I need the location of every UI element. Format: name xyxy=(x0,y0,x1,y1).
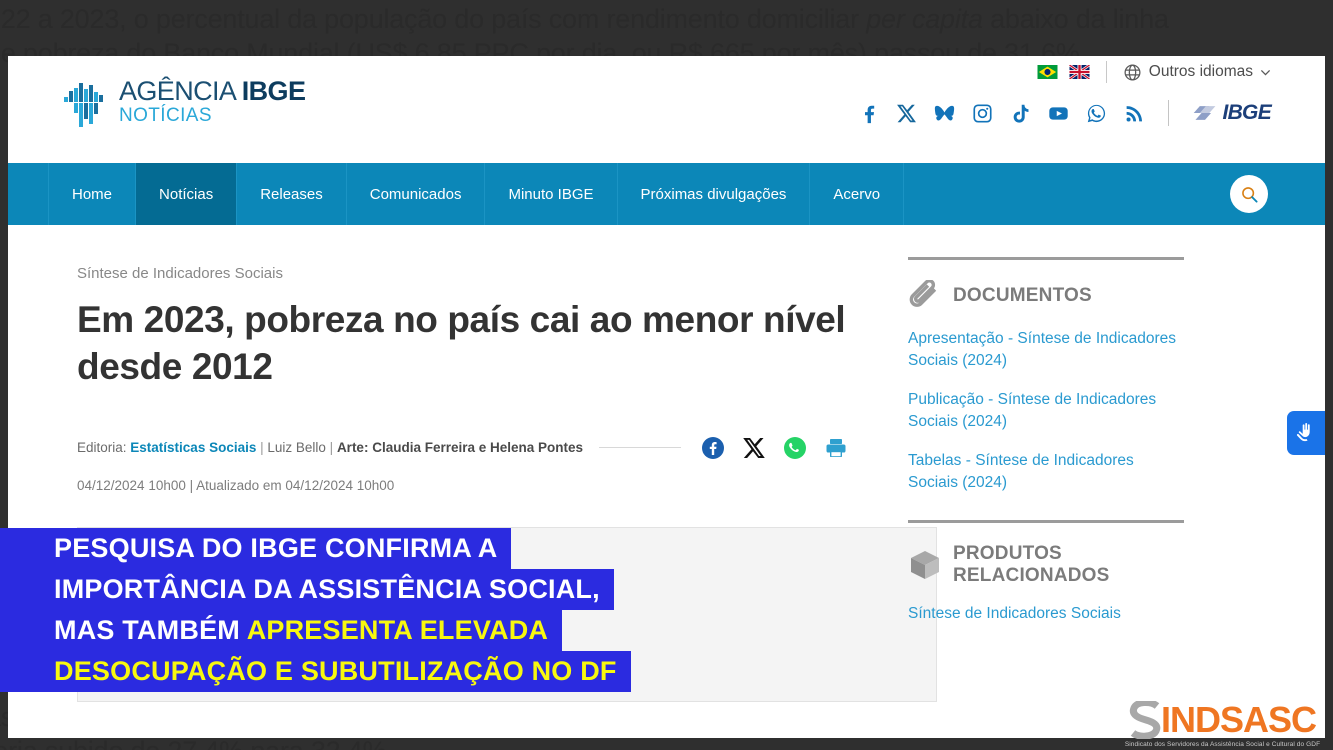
share-whatsapp-icon[interactable] xyxy=(783,436,807,460)
sign-language-hands-icon xyxy=(1296,423,1310,442)
caption-line-2: IMPORTÂNCIA DA ASSISTÊNCIA SOCIAL, xyxy=(0,569,614,610)
instagram-icon[interactable] xyxy=(972,103,993,124)
ibge-institutional-logo[interactable]: IBGE xyxy=(1192,101,1272,125)
chevron-down-icon xyxy=(1260,69,1271,76)
brazil-flag-icon[interactable] xyxy=(1037,65,1058,79)
nav-item-proximas-divulgacoes[interactable]: Próximas divulgações xyxy=(618,163,811,225)
ibge-diamond-icon xyxy=(1194,106,1216,120)
logo-line-2: NOTÍCIAS xyxy=(119,105,212,126)
related-products-title: PRODUTOS RELACIONADOS xyxy=(953,543,1110,586)
whatsapp-icon[interactable] xyxy=(1086,103,1107,124)
byline-author: Luiz Bello xyxy=(267,440,326,456)
main-navigation: Home Notícias Releases Comunicados Minut… xyxy=(8,163,1325,225)
caption-line-1: PESQUISA DO IBGE CONFIRMA A xyxy=(0,528,512,569)
logo-line-1: AGÊNCIA IBGE xyxy=(119,76,306,106)
section-divider xyxy=(908,257,1184,260)
documents-title: DOCUMENTOS xyxy=(953,285,1092,306)
share-print-icon[interactable] xyxy=(824,436,848,460)
sindsasc-s-icon xyxy=(1129,701,1161,739)
facebook-icon[interactable] xyxy=(858,103,879,124)
ibge-logo-text: IBGE xyxy=(1222,101,1271,124)
vlibras-accessibility-button[interactable] xyxy=(1287,411,1325,455)
document-link-publicacao[interactable]: Publicação - Síntese de Indicadores Soci… xyxy=(908,389,1184,433)
other-languages-dropdown[interactable]: Outros idiomas xyxy=(1123,63,1271,82)
tiktok-icon[interactable] xyxy=(1010,103,1031,124)
caption-line-3: MAS TAMBÉM APRESENTA ELEVADA xyxy=(0,610,563,651)
search-icon xyxy=(1241,186,1258,203)
ibge-bars-logo-icon xyxy=(64,83,103,127)
agencia-ibge-noticias-logo[interactable]: AGÊNCIA IBGE NOTÍCIAS xyxy=(64,76,306,127)
nav-item-acervo[interactable]: Acervo xyxy=(810,163,905,225)
nav-item-home[interactable]: Home xyxy=(48,163,137,225)
sindsasc-wordmark: INDSASC xyxy=(1160,699,1317,740)
other-languages-label: Outros idiomas xyxy=(1148,63,1253,80)
divider xyxy=(1105,61,1107,83)
article-kicker: Síntese de Indicadores Sociais xyxy=(77,265,283,282)
social-links-row: IBGE xyxy=(858,100,1272,126)
divider xyxy=(1168,100,1170,126)
related-products-header: PRODUTOS RELACIONADOS xyxy=(908,543,1184,587)
nav-item-releases[interactable]: Releases xyxy=(237,163,347,225)
byline-row: Editoria: Estatísticas Sociais | Luiz Be… xyxy=(77,436,848,460)
related-products-section: PRODUTOS RELACIONADOS Síntese de Indicad… xyxy=(908,520,1184,625)
sidebar: DOCUMENTOS Apresentação - Síntese de Ind… xyxy=(908,225,1238,702)
cube-icon xyxy=(911,551,939,579)
youtube-icon[interactable] xyxy=(1048,103,1069,124)
sindsasc-subtitle: Sindicato dos Servidores da Assistência … xyxy=(1124,741,1321,748)
byline-divider xyxy=(599,447,681,449)
nav-item-minuto-ibge[interactable]: Minuto IBGE xyxy=(485,163,618,225)
sindsasc-logo: INDSASC xyxy=(1120,700,1325,740)
bluesky-icon[interactable] xyxy=(934,103,955,124)
caption-line-4: DESOCUPAÇÃO E SUBUTILIZAÇÃO NO DF xyxy=(0,651,631,692)
sindsasc-watermark: INDSASC Sindicato dos Servidores da Assi… xyxy=(1120,700,1325,748)
share-x-icon[interactable] xyxy=(742,436,766,460)
nav-item-comunicados[interactable]: Comunicados xyxy=(347,163,486,225)
share-buttons xyxy=(697,436,848,460)
x-twitter-icon[interactable] xyxy=(896,103,917,124)
byline-editoria-link[interactable]: Estatísticas Sociais xyxy=(130,440,256,455)
documents-header: DOCUMENTOS xyxy=(908,280,1184,312)
screen: 022 a 2023, o percentual da população do… xyxy=(0,0,1333,750)
nav-item-noticias[interactable]: Notícias xyxy=(136,163,238,225)
byline-arte: Arte: Claudia Ferreira e Helena Pontes xyxy=(336,440,584,456)
share-facebook-icon[interactable] xyxy=(701,436,725,460)
logo-wordmark: AGÊNCIA IBGE NOTÍCIAS xyxy=(119,76,306,127)
site-header: AGÊNCIA IBGE NOTÍCIAS Outros idiomas IBG… xyxy=(8,56,1325,163)
rss-icon[interactable] xyxy=(1124,103,1145,124)
globe-icon xyxy=(1124,64,1141,80)
byline: Editoria: Estatísticas Sociais | Luiz Be… xyxy=(77,440,584,456)
search-button[interactable] xyxy=(1230,175,1268,213)
language-selector-row: Outros idiomas xyxy=(1037,61,1271,83)
document-link-apresentacao[interactable]: Apresentação - Síntese de Indicadores So… xyxy=(908,328,1184,372)
documents-section: DOCUMENTOS Apresentação - Síntese de Ind… xyxy=(908,257,1184,494)
uk-flag-icon[interactable] xyxy=(1068,65,1090,79)
article-date: 04/12/2024 10h00 | Atualizado em 04/12/2… xyxy=(77,477,395,493)
document-link-tabelas[interactable]: Tabelas - Síntese de Indicadores Sociais… xyxy=(908,450,1184,494)
section-divider xyxy=(908,520,1184,523)
paperclip-icon xyxy=(909,280,937,307)
background-text-line-1: 022 a 2023, o percentual da população do… xyxy=(0,4,1169,34)
page-title: Em 2023, pobreza no país cai ao menor ní… xyxy=(77,299,846,388)
overlay-caption: PESQUISA DO IBGE CONFIRMA A IMPORTÂNCIA … xyxy=(0,528,790,692)
related-product-link[interactable]: Síntese de Indicadores Sociais xyxy=(908,603,1184,625)
